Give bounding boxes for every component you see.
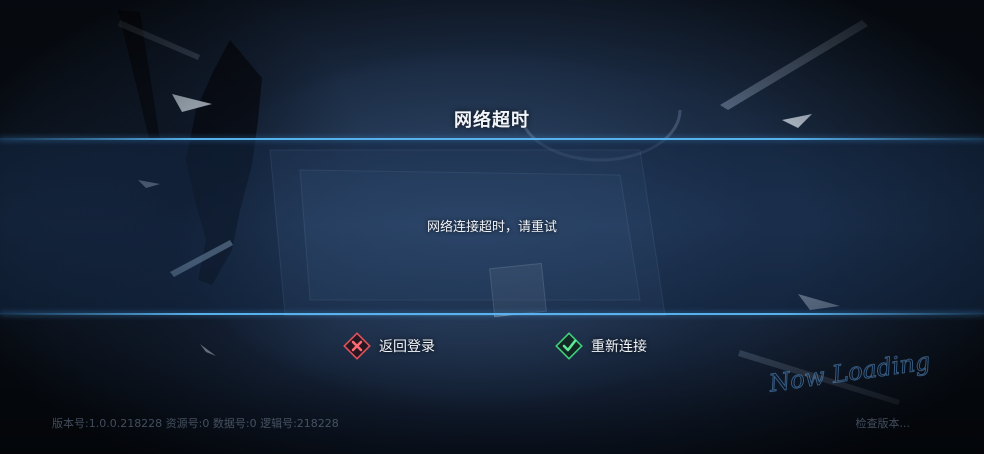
version-info: 版本号:1.0.0.218228 资源号:0 数据号:0 逻辑号:218228 — [52, 417, 339, 430]
check-version-status: 检查版本... — [855, 417, 911, 430]
reconnect-label: 重新连接 — [591, 339, 647, 355]
dialog-title: 网络超时 — [454, 110, 530, 131]
light-streak — [720, 20, 868, 110]
back-to-login-label: 返回登录 — [379, 339, 435, 355]
now-loading-logo: Now Loading — [766, 347, 932, 396]
dialog-message: 网络连接超时，请重试 — [426, 220, 557, 235]
checkmark-diamond-icon — [555, 332, 583, 360]
reconnect-button[interactable]: 重新连接 — [555, 332, 647, 360]
paper-fragment — [200, 344, 216, 356]
dialog-top-line — [0, 138, 984, 140]
svg-text:Now Loading: Now Loading — [766, 347, 931, 396]
close-x-diamond-icon — [343, 332, 371, 360]
back-to-login-button[interactable]: 返回登录 — [343, 332, 435, 360]
dialog-bottom-line — [0, 313, 984, 315]
